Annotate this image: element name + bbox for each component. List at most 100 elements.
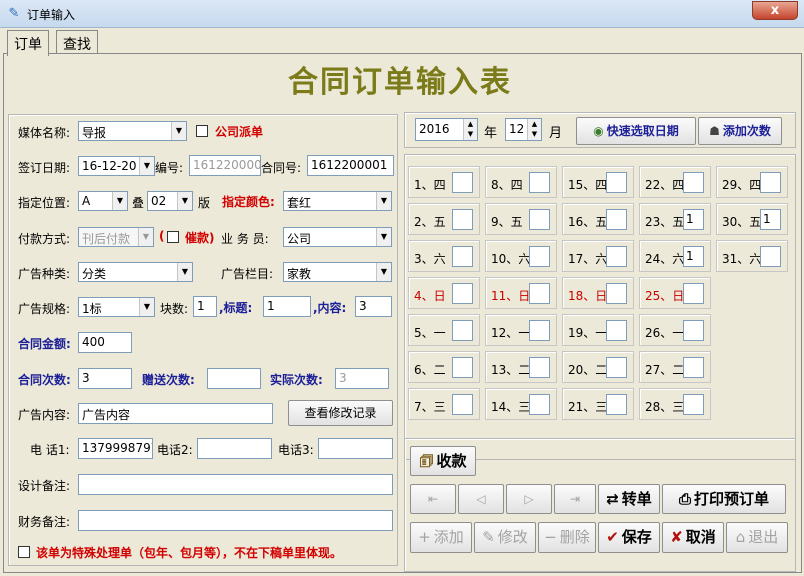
receive-button[interactable]: 🗊 收款 — [410, 446, 476, 476]
ad-column-select[interactable]: 家教 ▼ — [283, 262, 392, 282]
x-icon: ✘ — [670, 528, 683, 546]
color-label: 指定颜色: — [222, 195, 275, 209]
updown-icon[interactable]: ▲ ▼ — [463, 119, 477, 140]
edit-button[interactable]: ✎ 修改 — [474, 522, 536, 553]
company-dispatch-checkbox[interactable] — [196, 125, 208, 137]
year-spinner[interactable]: 2016 ▲ ▼ — [415, 118, 478, 141]
calendar-day-times-input[interactable] — [529, 209, 550, 230]
phone1-field[interactable]: 1379998797 — [78, 438, 153, 459]
calendar-day-times-input[interactable] — [452, 172, 473, 193]
calendar-day-times-input[interactable] — [683, 357, 704, 378]
calendar-day-times-input[interactable] — [606, 357, 627, 378]
calendar-day-times-input[interactable] — [683, 320, 704, 341]
number-field[interactable]: 1612200001 — [189, 155, 261, 176]
calendar-day-label: 23、五 — [645, 215, 685, 229]
ad-type-select[interactable]: 分类 ▼ — [78, 262, 193, 282]
amount-field[interactable]: 400 — [78, 332, 132, 353]
plus-icon: + — [418, 528, 431, 546]
view-log-button[interactable]: 查看修改记录 — [288, 400, 393, 426]
calendar-day-times-input[interactable] — [683, 394, 704, 415]
calendar-day-cell: 15、四 — [562, 166, 634, 198]
stack-label: 叠 — [132, 196, 145, 210]
quick-select-date-button[interactable]: ◉ 快速选取日期 — [576, 117, 696, 145]
urge-checkbox[interactable] — [167, 231, 179, 243]
calendar-day-times-input[interactable] — [529, 246, 550, 267]
blocks-field[interactable]: 1 — [193, 296, 217, 317]
calendar-day-times-input[interactable] — [529, 357, 550, 378]
contract-no-field[interactable]: 1612200001 — [307, 155, 394, 176]
transfer-button[interactable]: ⇄ 转单 — [598, 484, 660, 514]
content-field[interactable]: 3 — [355, 296, 392, 317]
stack-select[interactable]: 02 ▼ — [147, 191, 193, 211]
media-select[interactable]: 导报 ▼ — [78, 121, 187, 141]
delete-button[interactable]: − 删除 — [538, 522, 596, 553]
cancel-button[interactable]: ✘ 取消 — [662, 522, 724, 553]
calendar-day-times-input[interactable] — [606, 209, 627, 230]
finance-note-field[interactable] — [78, 510, 393, 531]
print-button[interactable]: ⎙ 打印预订单 — [662, 484, 786, 514]
calendar-day-times-input[interactable] — [529, 283, 550, 304]
color-select[interactable]: 套红 ▼ — [283, 191, 392, 211]
calendar-day-label: 2、五 — [414, 215, 446, 229]
minus-icon: − — [544, 528, 557, 546]
calendar-day-cell: 25、日 — [639, 277, 711, 309]
salesperson-select[interactable]: 公司 ▼ — [283, 227, 392, 247]
calendar-day-times-input[interactable] — [452, 209, 473, 230]
chevron-down-icon: ▼ — [376, 192, 391, 210]
calendar-day-times-input[interactable] — [760, 172, 781, 193]
calendar-day-times-input[interactable] — [760, 246, 781, 267]
actual-times-field[interactable]: 3 — [335, 368, 389, 389]
tab-search[interactable]: 查找 — [56, 30, 98, 54]
calendar-day-times-input[interactable]: 1 — [683, 246, 704, 267]
calendar-day-times-input[interactable] — [606, 320, 627, 341]
calendar-day-label: 1、四 — [414, 178, 446, 192]
title-label: ,标题: — [219, 301, 253, 315]
tab-order[interactable]: 订单 — [7, 30, 49, 56]
position-select[interactable]: A ▼ — [78, 191, 128, 211]
design-note-field[interactable] — [78, 474, 393, 495]
calendar-day-times-input[interactable]: 1 — [683, 209, 704, 230]
sign-date-picker[interactable]: 16-12-20 ▼ — [78, 156, 155, 176]
phone2-field[interactable] — [197, 438, 272, 459]
prev-record-button[interactable]: ◁ — [458, 484, 504, 514]
calendar-day-times-input[interactable] — [529, 172, 550, 193]
ad-type-label: 广告种类: — [18, 267, 71, 281]
calendar-day-cell: 12、一 — [485, 314, 557, 346]
urge-paren: ( — [159, 229, 165, 243]
first-record-button[interactable]: ⇤ — [410, 484, 456, 514]
gift-times-field[interactable] — [207, 368, 261, 389]
exit-button[interactable]: ⌂ 退出 — [726, 522, 788, 553]
calendar-day-times-input[interactable] — [452, 357, 473, 378]
calendar-day-times-input[interactable] — [606, 172, 627, 193]
calendar-day-times-input[interactable] — [683, 283, 704, 304]
last-record-button[interactable]: ⇥ — [554, 484, 596, 514]
window-title: 订单输入 — [27, 8, 76, 22]
calendar-day-times-input[interactable]: 1 — [760, 209, 781, 230]
calendar-day-times-input[interactable] — [606, 246, 627, 267]
ad-content-field[interactable]: 广告内容 — [78, 403, 273, 424]
special-order-checkbox[interactable] — [18, 546, 30, 558]
contract-no-label: 合同号: — [261, 161, 302, 175]
ad-spec-select[interactable]: 1标 ▼ — [78, 297, 155, 317]
close-button[interactable]: x — [752, 1, 798, 20]
calendar-day-times-input[interactable] — [683, 172, 704, 193]
month-spinner[interactable]: 12 ▲ ▼ — [505, 118, 542, 141]
calendar-day-times-input[interactable] — [606, 394, 627, 415]
calendar-day-times-input[interactable] — [529, 320, 550, 341]
title-field[interactable]: 1 — [263, 296, 311, 317]
pay-method-select[interactable]: 刊后付款 ▼ — [78, 227, 154, 247]
add-times-button[interactable]: ☗ 添加次数 — [698, 117, 782, 145]
calendar-day-cell: 7、三 — [408, 388, 480, 420]
times-field[interactable]: 3 — [78, 368, 132, 389]
updown-icon[interactable]: ▲ ▼ — [527, 119, 541, 140]
calendar-day-times-input[interactable] — [452, 283, 473, 304]
calendar-day-times-input[interactable] — [452, 394, 473, 415]
calendar-day-times-input[interactable] — [452, 320, 473, 341]
add-button[interactable]: + 添加 — [410, 522, 472, 553]
calendar-day-times-input[interactable] — [529, 394, 550, 415]
phone3-field[interactable] — [318, 438, 393, 459]
calendar-day-times-input[interactable] — [452, 246, 473, 267]
next-record-button[interactable]: ▷ — [506, 484, 552, 514]
calendar-day-times-input[interactable] — [606, 283, 627, 304]
save-button[interactable]: ✔ 保存 — [598, 522, 660, 553]
